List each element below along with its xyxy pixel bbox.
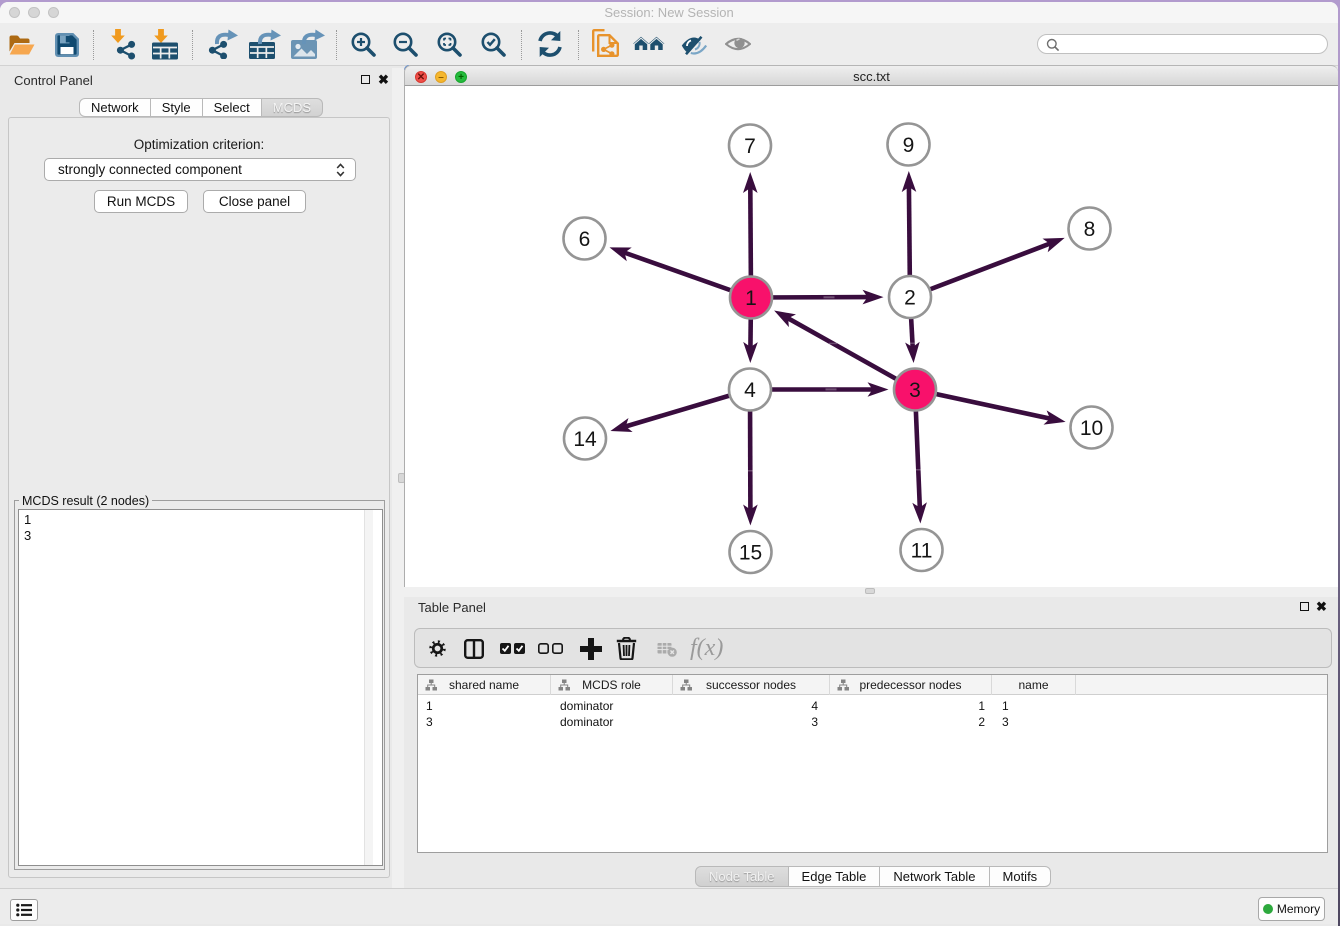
svg-text:8: 8 bbox=[1084, 218, 1096, 241]
svg-text:14: 14 bbox=[573, 428, 597, 451]
svg-text:9: 9 bbox=[903, 134, 915, 157]
svg-text:1: 1 bbox=[745, 287, 757, 310]
svg-text:2: 2 bbox=[904, 287, 916, 310]
svg-text:4: 4 bbox=[744, 379, 756, 402]
svg-text:10: 10 bbox=[1080, 417, 1103, 440]
svg-text:15: 15 bbox=[739, 542, 762, 565]
svg-text:7: 7 bbox=[744, 135, 756, 158]
svg-text:6: 6 bbox=[579, 228, 591, 251]
svg-text:11: 11 bbox=[911, 540, 933, 563]
svg-text:3: 3 bbox=[909, 379, 921, 402]
